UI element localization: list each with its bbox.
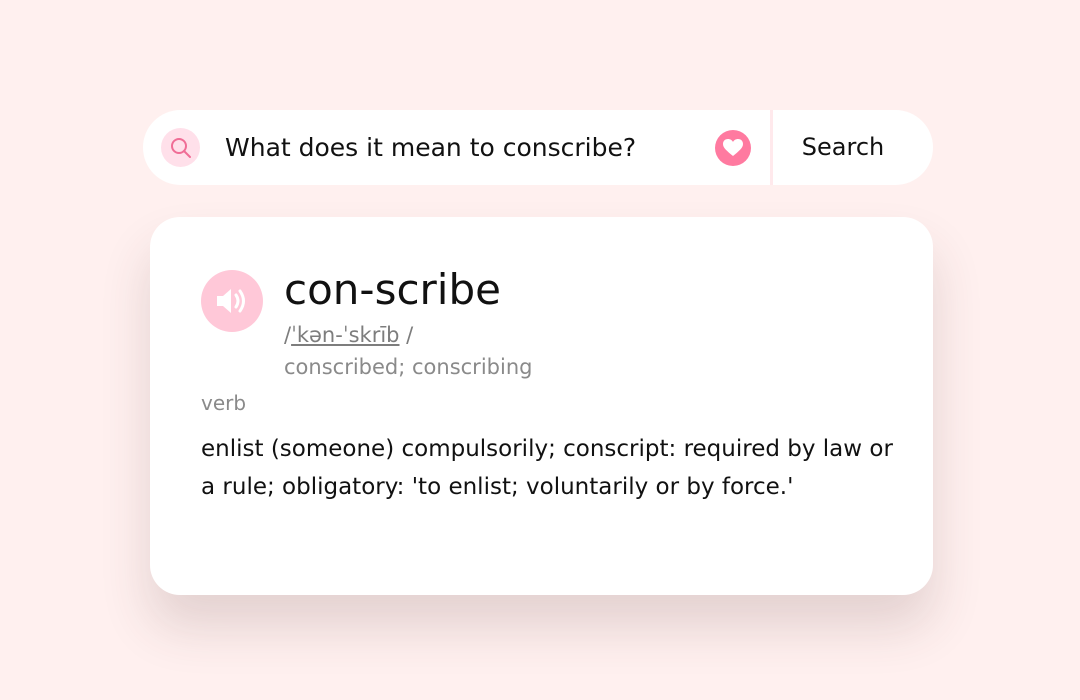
pronunciation-link[interactable]: ˈkən-ˈskrīb bbox=[291, 323, 399, 347]
inflections: conscribed; conscribing bbox=[284, 355, 533, 379]
part-of-speech: verb bbox=[201, 391, 247, 415]
search-button[interactable]: Search bbox=[773, 110, 913, 185]
pronunciation: /ˈkən-ˈskrīb / bbox=[284, 323, 413, 347]
search-input[interactable] bbox=[225, 128, 705, 168]
definition-card: con-scribe /ˈkən-ˈskrīb / conscribed; co… bbox=[150, 217, 933, 595]
search-icon[interactable] bbox=[161, 128, 200, 167]
pronunciation-close: / bbox=[399, 323, 414, 347]
headword: con-scribe bbox=[284, 265, 501, 314]
definition-text: enlist (someone) compulsorily; conscript… bbox=[201, 436, 893, 500]
search-bar: Search bbox=[143, 110, 933, 185]
speaker-icon[interactable] bbox=[201, 270, 263, 332]
heart-icon[interactable] bbox=[715, 130, 751, 166]
